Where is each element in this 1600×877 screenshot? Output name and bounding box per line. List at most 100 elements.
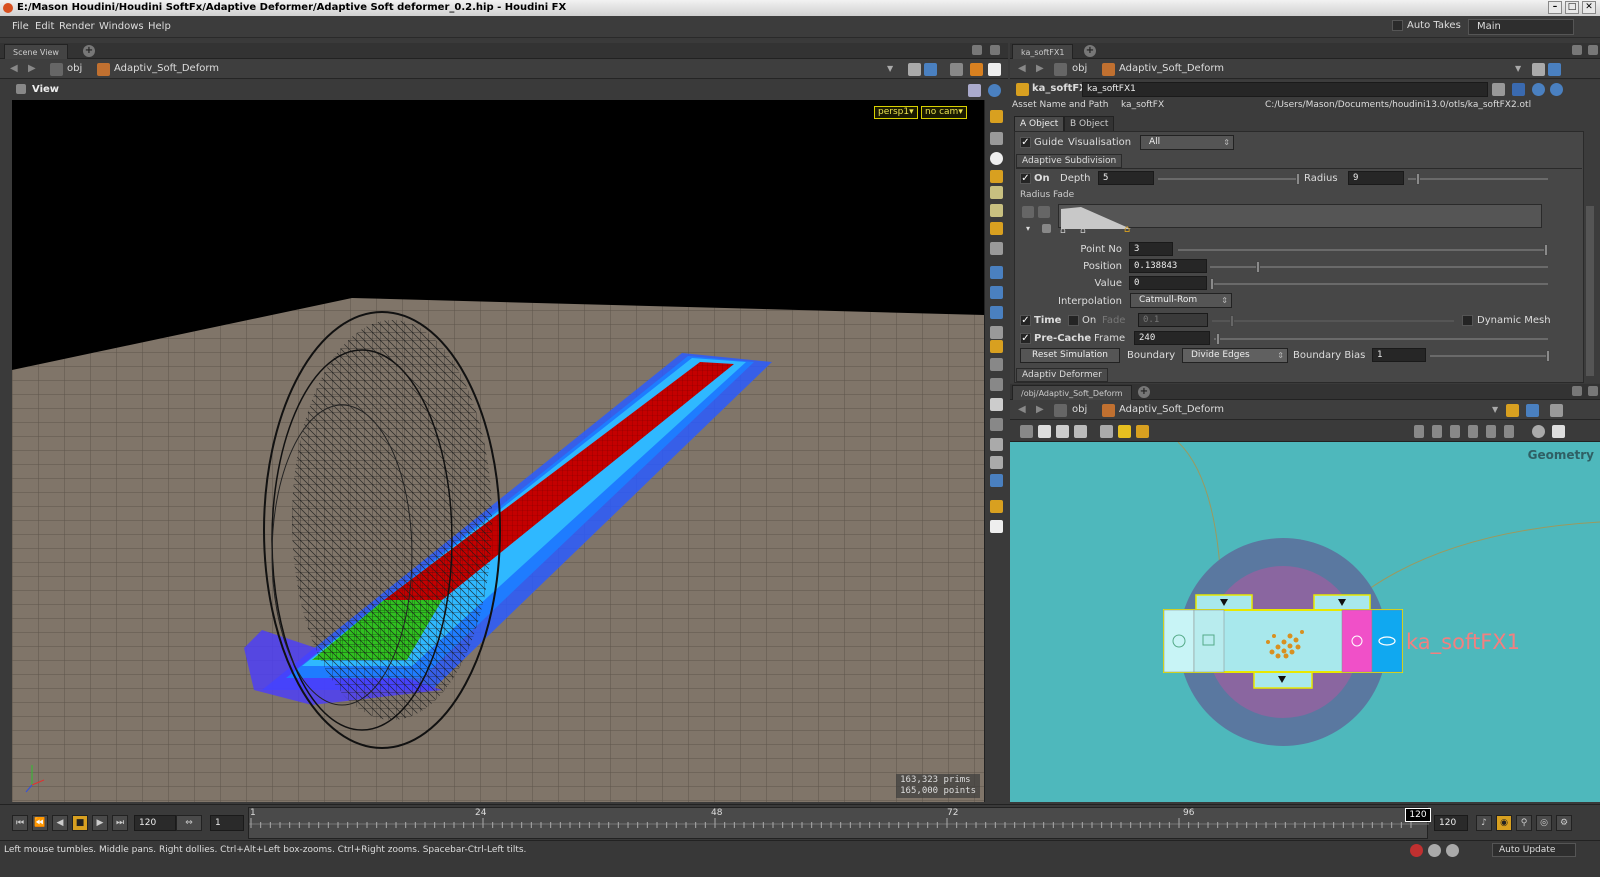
light-icon[interactable] — [990, 170, 1003, 183]
back-icon[interactable]: ◀ — [1018, 404, 1026, 415]
play-icon[interactable]: ▶ — [92, 815, 108, 831]
depth-field[interactable]: 5 — [1098, 171, 1154, 185]
boundary-bias-field[interactable]: 1 — [1372, 348, 1426, 362]
path-node[interactable]: Adaptiv_Soft_Deform — [114, 63, 219, 74]
fade-slider[interactable] — [1212, 315, 1454, 327]
minimize-icon[interactable]: – — [1548, 1, 1562, 14]
render-status-icon[interactable] — [1446, 844, 1459, 857]
point-no-slider[interactable] — [1178, 244, 1548, 256]
tree-mode-icon[interactable] — [1056, 425, 1069, 438]
realtime-icon[interactable]: ◉ — [1496, 815, 1512, 831]
path-root[interactable]: obj — [1072, 404, 1087, 415]
link-icon[interactable] — [1548, 63, 1561, 76]
error-icon[interactable] — [1410, 844, 1423, 857]
forward-icon[interactable]: ▶ — [1036, 404, 1044, 415]
settings-icon[interactable]: ⚙ — [1556, 815, 1572, 831]
node-bypass-flag[interactable] — [1163, 609, 1195, 673]
maximize-pane-icon[interactable] — [988, 63, 1001, 76]
radius-fade-ramp[interactable] — [1058, 204, 1542, 229]
node-lock-flag[interactable] — [1193, 609, 1225, 673]
position-field[interactable]: 0.138843 — [1129, 259, 1207, 273]
pane-menu-icon[interactable] — [1572, 386, 1582, 396]
depth-slider[interactable] — [1158, 173, 1300, 185]
maximize-icon[interactable]: □ — [1565, 1, 1579, 14]
tile-mode-icon[interactable] — [1038, 425, 1051, 438]
sticky-icon[interactable] — [1118, 425, 1131, 438]
ramp-expand-icon[interactable]: ▾ — [1026, 224, 1030, 233]
ghost-icon[interactable] — [990, 326, 1003, 339]
pane-menu-icon[interactable] — [972, 45, 982, 55]
gear-icon[interactable] — [1492, 83, 1505, 96]
bundle-icon[interactable] — [1136, 425, 1149, 438]
ramp-key-icon[interactable]: ⌂ — [1080, 226, 1086, 236]
position-slider[interactable] — [1210, 261, 1548, 273]
info-icon[interactable] — [1532, 83, 1545, 96]
adaptive-on-checkbox[interactable]: ✓ — [1020, 173, 1031, 184]
note-icon[interactable] — [1100, 425, 1113, 438]
path-node[interactable]: Adaptiv_Soft_Deform — [1119, 63, 1224, 74]
auto-takes-checkbox[interactable] — [1392, 20, 1403, 31]
layout-v-icon[interactable] — [1414, 425, 1424, 438]
gear-icon[interactable] — [1550, 404, 1563, 417]
path-node[interactable]: Adaptiv_Soft_Deform — [1119, 404, 1224, 415]
align2-icon[interactable] — [1468, 425, 1478, 438]
link-icon[interactable] — [1526, 404, 1539, 417]
lock-camera-icon[interactable] — [990, 132, 1003, 145]
shading-icon[interactable] — [990, 152, 1003, 165]
value-slider[interactable] — [1210, 278, 1548, 290]
ramp-key-icon[interactable]: ⌂ — [1060, 226, 1066, 236]
pane-close-icon[interactable] — [1588, 386, 1598, 396]
audio-icon[interactable]: ♪ — [1476, 815, 1492, 831]
forward-icon[interactable]: ▶ — [28, 63, 36, 74]
normal-icon[interactable] — [990, 306, 1003, 319]
key-icon[interactable]: ⚲ — [1516, 815, 1532, 831]
timeline-ruler[interactable]: 1 24 48 72 96 120 — [248, 807, 1431, 839]
pin-icon[interactable] — [1532, 63, 1545, 76]
home-icon[interactable] — [990, 398, 1003, 411]
snap-icon[interactable] — [990, 222, 1003, 235]
lamp-icon[interactable] — [990, 186, 1003, 199]
back-icon[interactable]: ◀ — [1018, 63, 1026, 74]
pane-close-icon[interactable] — [1588, 45, 1598, 55]
node-name-field[interactable]: ka_softFX1 — [1082, 82, 1488, 97]
tab-network[interactable]: /obj/Adaptiv_Soft_Deform — [1012, 385, 1132, 400]
dynamic-mesh-checkbox[interactable] — [1462, 315, 1473, 326]
current-frame-field[interactable]: 120 — [134, 815, 176, 831]
background-icon[interactable] — [990, 378, 1003, 391]
split-icon[interactable] — [990, 520, 1003, 533]
menu-file[interactable]: File — [12, 21, 29, 32]
grid-snap-icon[interactable] — [1486, 425, 1496, 438]
reset-simulation-button[interactable]: Reset Simulation — [1020, 348, 1120, 363]
3d-viewport[interactable]: persp1▾ no cam▾ 163,323 prims 165,000 po… — [12, 100, 984, 802]
menu-help[interactable]: Help — [148, 21, 171, 32]
visualisation-select[interactable]: All — [1140, 135, 1234, 150]
ramp-add-icon[interactable] — [1038, 206, 1050, 218]
node-display-flag[interactable] — [1371, 609, 1403, 673]
desktop-select[interactable]: Main — [1468, 19, 1574, 35]
visualize-icon[interactable] — [990, 340, 1003, 353]
precache-checkbox[interactable]: ✓ — [1020, 333, 1031, 344]
add-tab-icon[interactable]: + — [1084, 45, 1096, 57]
jump-end-icon[interactable]: ⏭ — [112, 815, 128, 831]
value-field[interactable]: 0 — [1129, 276, 1207, 290]
display-opts-icon[interactable] — [990, 358, 1003, 371]
tab-b-object[interactable]: B Object — [1064, 116, 1115, 131]
layout-icon[interactable] — [990, 500, 1003, 513]
frame-all-icon[interactable] — [1552, 425, 1565, 438]
jump-start-icon[interactable]: ⏮ — [12, 815, 28, 831]
grid-icon[interactable] — [990, 242, 1003, 255]
adaptive-sub-header[interactable]: Adaptive Subdivision — [1016, 154, 1123, 168]
view-arrow-icon[interactable] — [16, 84, 26, 94]
sim-icon[interactable]: ◎ — [1536, 815, 1552, 831]
back-icon[interactable]: ◀ — [10, 63, 18, 74]
camera-icon[interactable] — [970, 63, 983, 76]
cloud-icon[interactable] — [1428, 844, 1441, 857]
end-frame-field[interactable]: 120 — [1434, 815, 1468, 831]
stop-icon[interactable]: ■ — [72, 815, 88, 831]
time-on-checkbox[interactable] — [1068, 315, 1079, 326]
zoom-icon[interactable] — [1532, 425, 1545, 438]
layout-h-icon[interactable] — [1432, 425, 1442, 438]
close-icon[interactable]: ✕ — [1582, 1, 1596, 14]
align-icon[interactable] — [1450, 425, 1460, 438]
step-field[interactable]: 1 — [210, 815, 244, 831]
